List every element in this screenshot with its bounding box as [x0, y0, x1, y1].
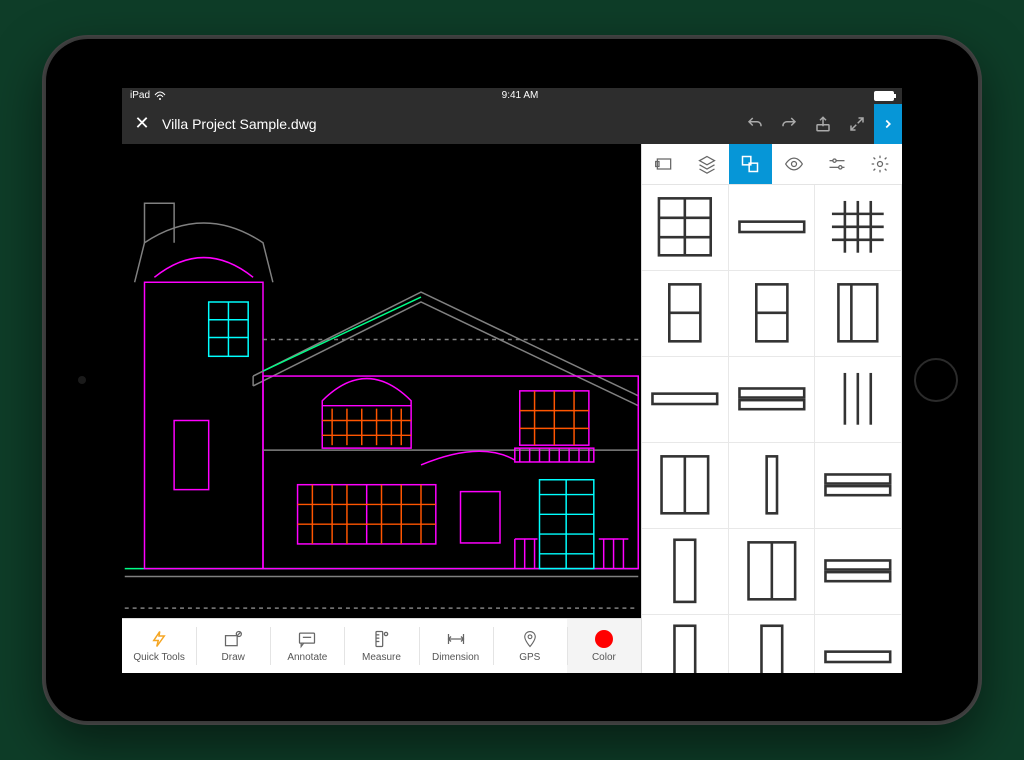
tool-quick-tools[interactable]: Quick Tools — [122, 619, 196, 673]
redo-button[interactable] — [772, 104, 806, 144]
block-item[interactable]: win dow swe — [642, 357, 729, 443]
dimension-icon — [445, 628, 467, 650]
block-item[interactable]: Window 17 — [729, 529, 816, 615]
block-item[interactable]: windoerere — [815, 357, 902, 443]
block-thumb — [819, 618, 897, 673]
clock-label: 9:41 AM — [502, 90, 539, 101]
block-thumb — [646, 188, 724, 266]
undo-button[interactable] — [738, 104, 772, 144]
tool-dimension[interactable]: Dimension — [419, 619, 493, 673]
block-item[interactable]: window 11 — [815, 443, 902, 529]
battery-icon — [874, 91, 894, 101]
tablet-frame: iPad 9:41 AM ✕ Villa Project Sample.dwg — [42, 35, 982, 725]
canvas-column: Quick Tools Draw Annotate Measure — [122, 144, 641, 673]
annotate-icon — [297, 628, 317, 650]
house-drawing — [122, 144, 641, 618]
measure-icon — [371, 628, 391, 650]
palette-tab-sliders[interactable] — [815, 144, 858, 184]
tool-label: Dimension — [432, 652, 479, 663]
close-button[interactable]: ✕ — [122, 113, 162, 134]
block-thumb — [646, 446, 724, 524]
block-item[interactable]: window 1 — [729, 443, 816, 529]
block-thumb — [646, 618, 724, 673]
palette-tabs — [642, 144, 902, 185]
block-item[interactable]: win dow frame — [729, 271, 816, 357]
carrier-label: iPad — [130, 90, 150, 101]
tool-annotate[interactable]: Annotate — [270, 619, 344, 673]
block-grid[interactable]: WIN 22Win 5FTwin do yuyu win dow e re r e… — [642, 185, 902, 673]
palette-tab-layers[interactable] — [685, 144, 728, 184]
tool-label: Annotate — [287, 652, 327, 663]
status-bar: iPad 9:41 AM — [122, 88, 902, 104]
block-thumb — [733, 618, 811, 673]
tool-draw[interactable]: Draw — [196, 619, 270, 673]
block-item[interactable]: WIN 22 — [642, 185, 729, 271]
tool-label: Color — [592, 652, 616, 663]
tool-measure[interactable]: Measure — [344, 619, 418, 673]
block-thumb — [819, 360, 897, 438]
block-thumb — [646, 532, 724, 610]
block-item[interactable]: win dow wo — [729, 357, 816, 443]
block-item[interactable]: win do yuyu — [815, 185, 902, 271]
block-thumb — [733, 188, 811, 266]
block-thumb — [733, 274, 811, 352]
document-title: Villa Project Sample.dwg — [162, 116, 317, 132]
fullscreen-button[interactable] — [840, 104, 874, 144]
wifi-icon — [154, 91, 166, 101]
share-button[interactable] — [806, 104, 840, 144]
device-camera — [78, 376, 86, 384]
block-thumb — [819, 446, 897, 524]
tool-label: GPS — [519, 652, 540, 663]
block-palette: WIN 22Win 5FTwin do yuyu win dow e re r e… — [641, 144, 902, 673]
home-button[interactable] — [914, 358, 958, 402]
tool-label: Quick Tools — [133, 652, 185, 663]
block-item[interactable]: window — [642, 443, 729, 529]
block-item[interactable]: window 6stst — [815, 615, 902, 673]
block-thumb — [733, 532, 811, 610]
block-thumb — [819, 274, 897, 352]
block-thumb — [733, 360, 811, 438]
top-toolbar: ✕ Villa Project Sample.dwg — [122, 104, 902, 144]
block-thumb — [733, 446, 811, 524]
block-thumb — [819, 188, 897, 266]
block-item[interactable]: Win 5FT — [729, 185, 816, 271]
block-item[interactable]: win dow jjj — [815, 271, 902, 357]
bolt-icon — [150, 628, 168, 650]
drawing-canvas[interactable] — [122, 144, 641, 618]
draw-icon — [223, 628, 243, 650]
tool-label: Draw — [222, 652, 245, 663]
block-item[interactable]: window 25 — [815, 529, 902, 615]
block-item[interactable]: window 12 — [642, 529, 729, 615]
tool-color[interactable]: Color — [567, 619, 641, 673]
panel-toggle-button[interactable] — [874, 104, 902, 144]
block-item[interactable]: win dow e re r e — [642, 271, 729, 357]
block-thumb — [646, 360, 724, 438]
palette-tab-view[interactable] — [642, 144, 685, 184]
app-body: Quick Tools Draw Annotate Measure — [122, 144, 902, 673]
block-thumb — [819, 532, 897, 610]
gps-icon — [521, 628, 539, 650]
tool-gps[interactable]: GPS — [493, 619, 567, 673]
block-thumb — [646, 274, 724, 352]
screen: iPad 9:41 AM ✕ Villa Project Sample.dwg — [122, 88, 902, 673]
block-item[interactable]: window 5st — [729, 615, 816, 673]
palette-tab-visibility[interactable] — [772, 144, 815, 184]
palette-tab-settings[interactable] — [859, 144, 902, 184]
palette-tab-blocks[interactable] — [729, 144, 772, 184]
block-item[interactable]: window 5ft — [642, 615, 729, 673]
tool-label: Measure — [362, 652, 401, 663]
color-swatch-icon — [595, 628, 613, 650]
bottom-toolbar: Quick Tools Draw Annotate Measure — [122, 618, 641, 673]
